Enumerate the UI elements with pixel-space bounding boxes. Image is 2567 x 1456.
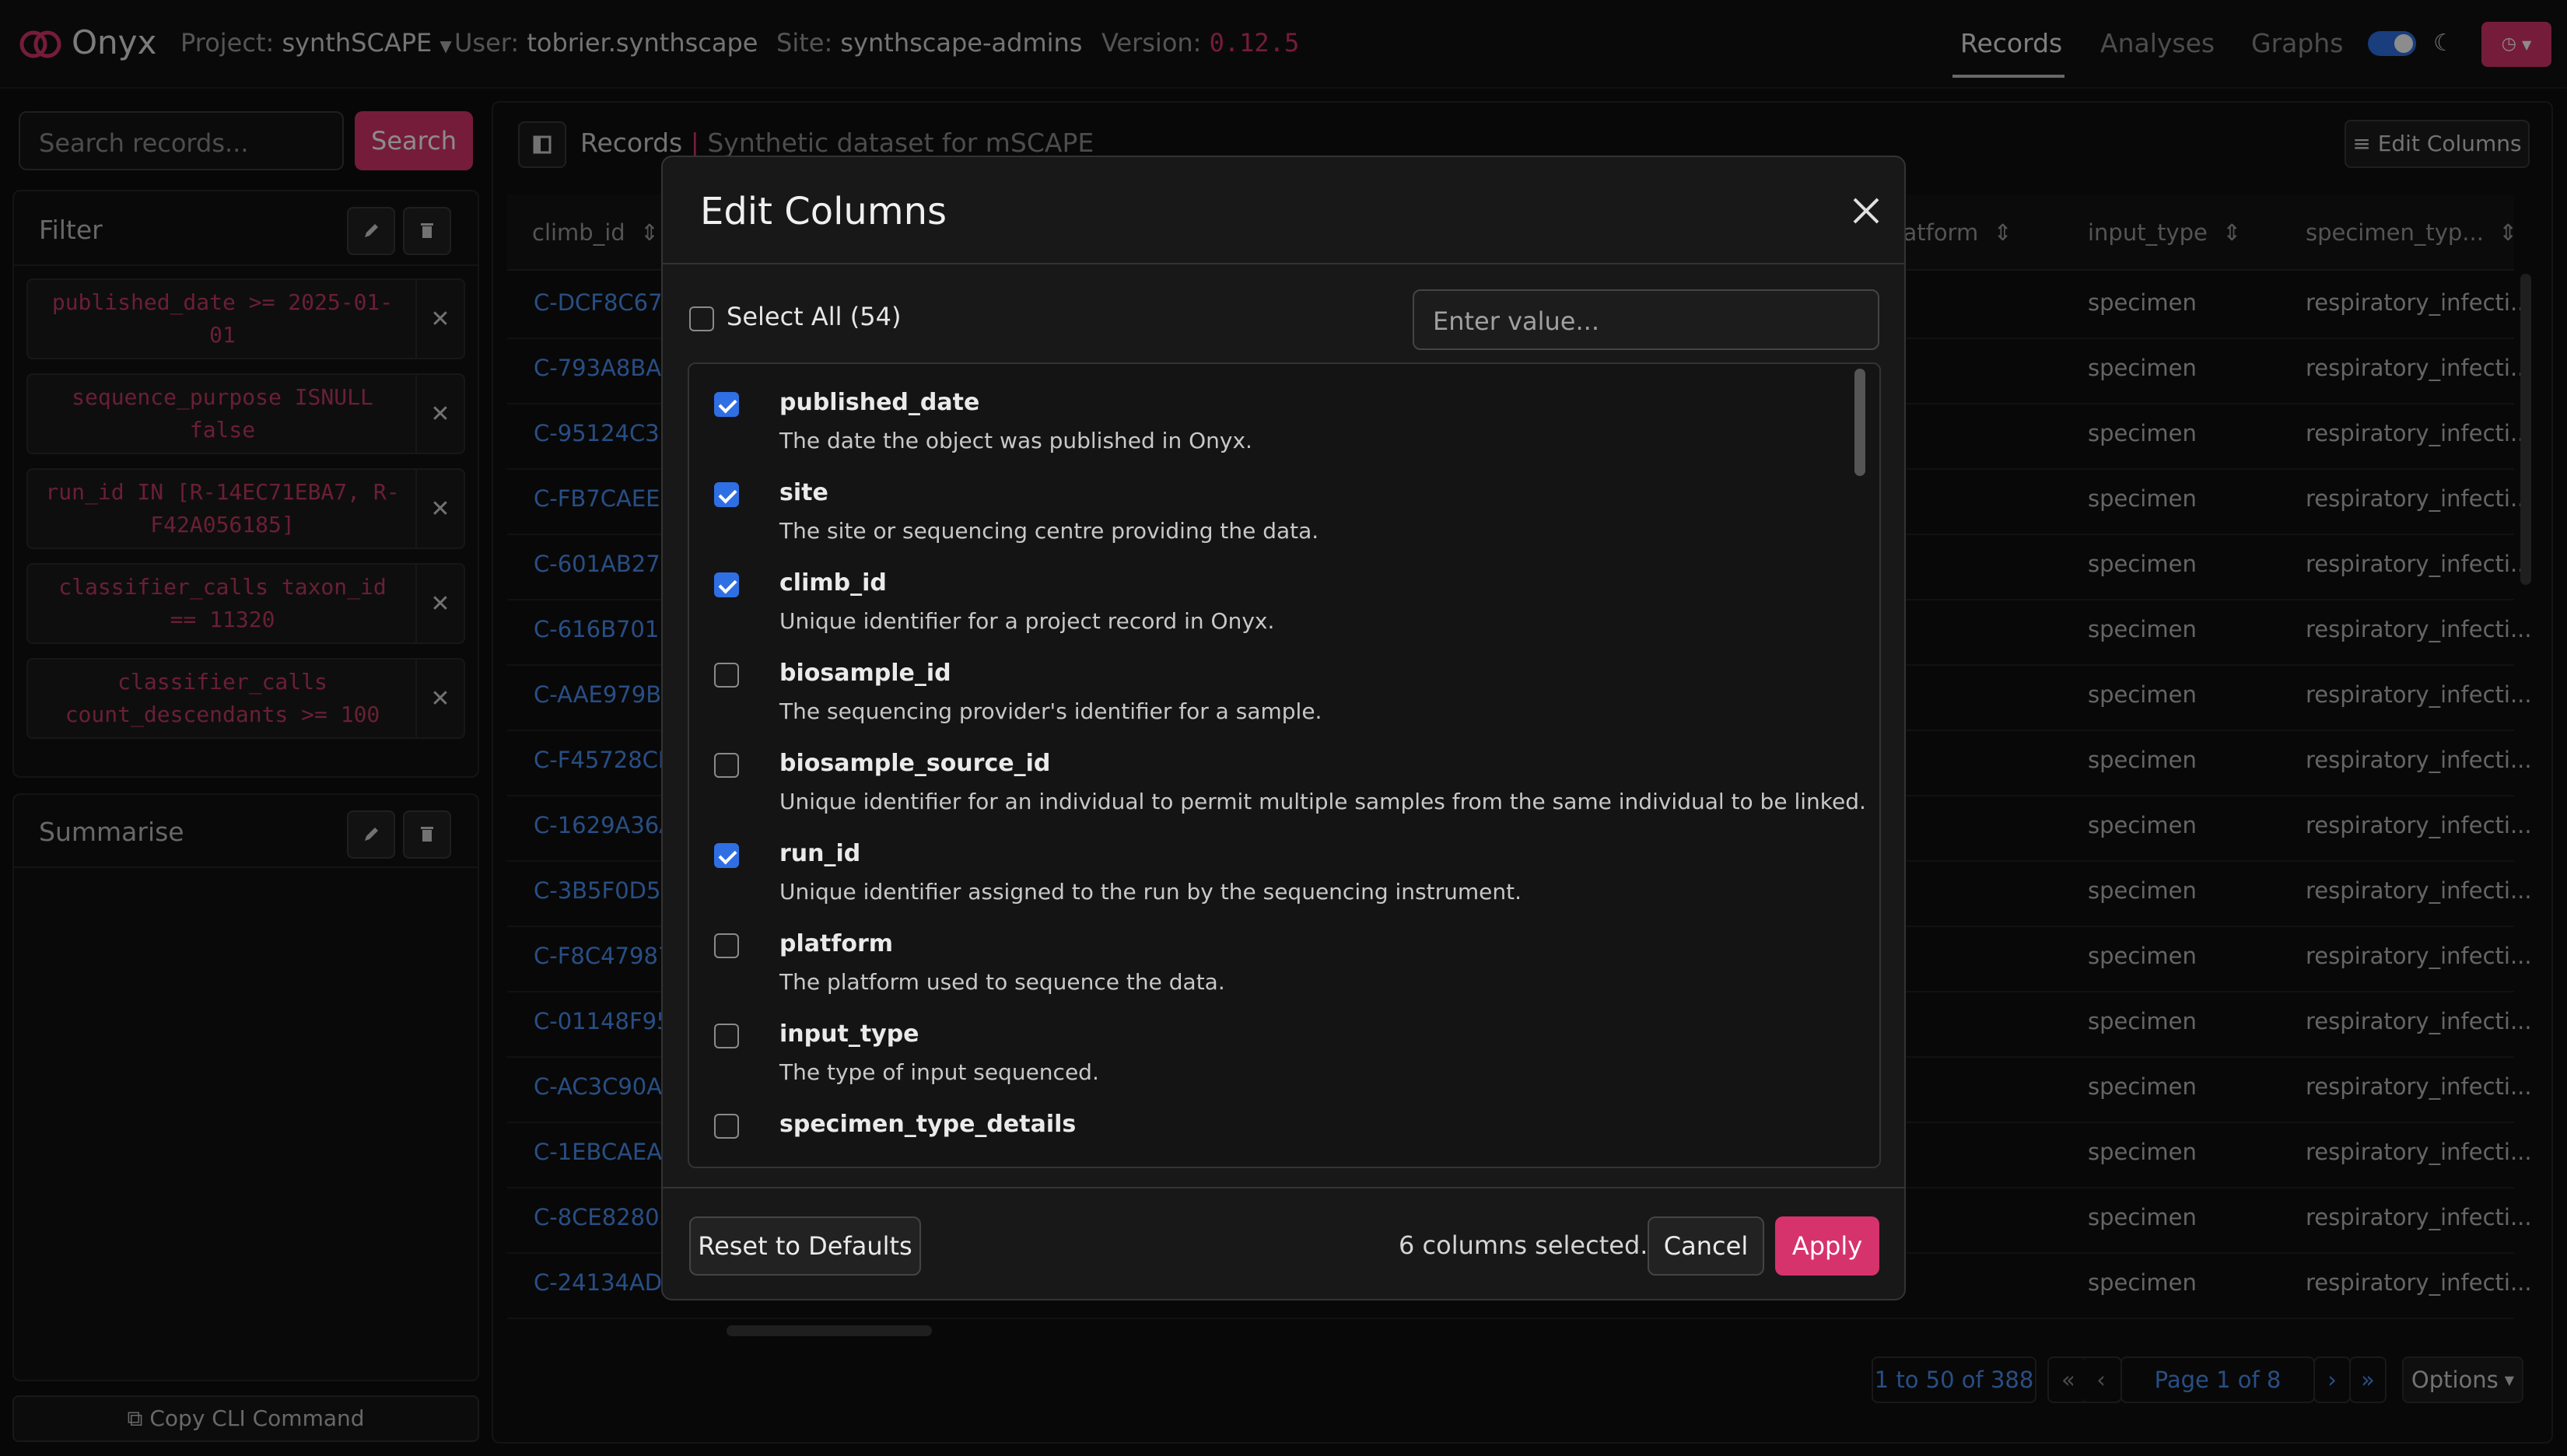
column-description: The site or sequencing centre providing … (779, 518, 1319, 544)
column-list: published_date The date the object was pu… (688, 362, 1881, 1168)
column-name[interactable]: platform (779, 930, 893, 957)
column-list-scrollbar[interactable] (1854, 369, 1865, 476)
modal-header-divider (663, 263, 1904, 264)
modal-footer-divider (663, 1187, 1904, 1188)
column-description: The platform used to sequence the data. (779, 969, 1225, 995)
column-checkbox[interactable] (714, 753, 739, 778)
column-description: Unique identifier for an individual to p… (779, 789, 1866, 814)
column-checkbox[interactable] (714, 1114, 739, 1139)
column-name[interactable]: specimen_type_details (779, 1111, 1076, 1138)
column-name[interactable]: biosample_id (779, 660, 951, 687)
column-name[interactable]: climb_id (779, 569, 887, 597)
column-checkbox[interactable] (714, 392, 739, 417)
column-checkbox[interactable] (714, 663, 739, 688)
column-description: Unique identifier assigned to the run by… (779, 879, 1522, 905)
columns-selected-status: 6 columns selected. (1399, 1230, 1648, 1260)
column-name[interactable]: published_date (779, 389, 979, 416)
modal-title: Edit Columns (700, 190, 947, 233)
edit-columns-modal: Edit Columns Select All (54) Enter value… (661, 156, 1906, 1300)
column-checkbox[interactable] (714, 843, 739, 868)
column-name[interactable]: biosample_source_id (779, 750, 1050, 777)
select-all-label[interactable]: Select All (54) (727, 302, 901, 331)
column-name[interactable]: site (779, 479, 828, 506)
column-description: The type of input sequenced. (779, 1059, 1099, 1085)
column-description: The sequencing provider's identifier for… (779, 698, 1322, 724)
close-icon[interactable] (1850, 194, 1882, 230)
column-checkbox[interactable] (714, 482, 739, 507)
column-checkbox[interactable] (714, 1024, 739, 1048)
column-name[interactable]: run_id (779, 840, 860, 867)
column-name[interactable]: input_type (779, 1020, 919, 1048)
select-all-checkbox[interactable] (689, 306, 714, 331)
column-search-input[interactable]: Enter value... (1413, 289, 1879, 350)
cancel-button[interactable]: Cancel (1648, 1216, 1764, 1276)
apply-button[interactable]: Apply (1775, 1216, 1879, 1276)
column-description: Unique identifier for a project record i… (779, 608, 1275, 634)
reset-defaults-button[interactable]: Reset to Defaults (689, 1216, 921, 1276)
column-description: The date the object was published in Ony… (779, 428, 1252, 453)
column-checkbox[interactable] (714, 572, 739, 597)
column-checkbox[interactable] (714, 933, 739, 958)
